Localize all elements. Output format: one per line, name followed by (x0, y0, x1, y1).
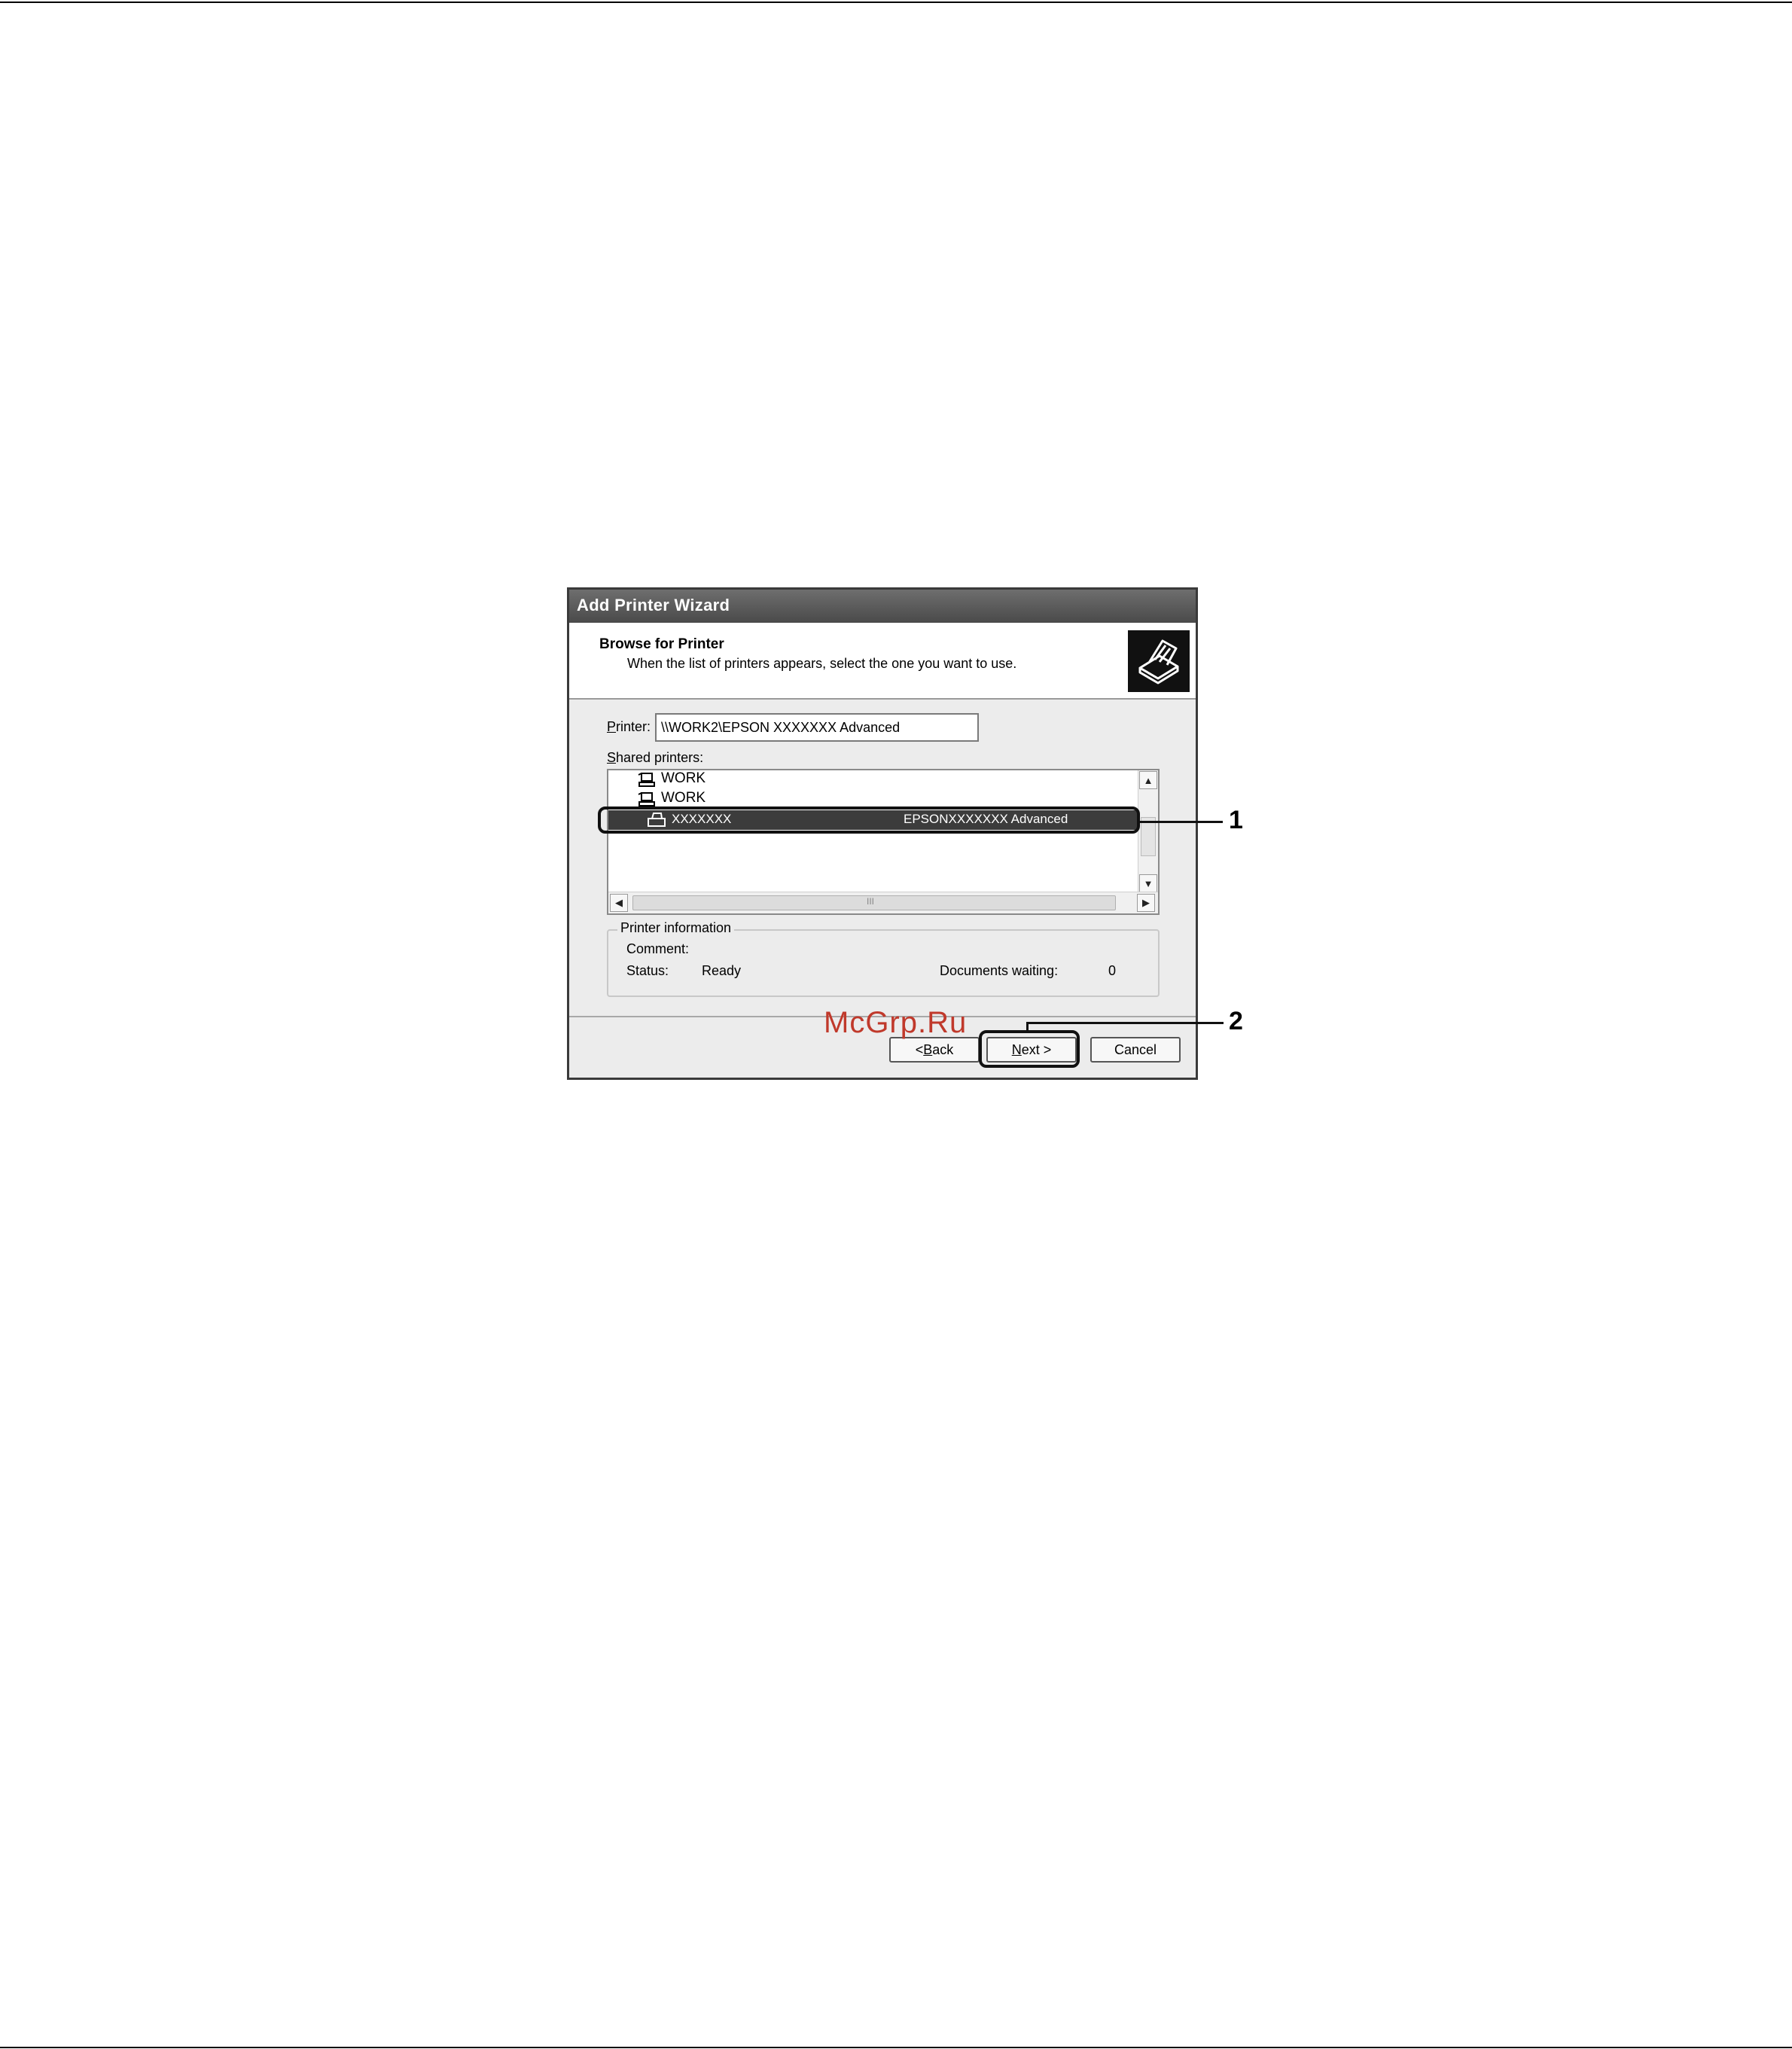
cancel-button[interactable]: Cancel (1090, 1037, 1181, 1063)
shared-printers-tree[interactable]: WORK WORK XXXXXXX EPSONXXXXXXX Advanced … (607, 769, 1160, 915)
wizard-header: Browse for Printer When the list of prin… (569, 623, 1196, 700)
printer-path-input[interactable] (655, 713, 979, 742)
printer-wizard-icon (1128, 630, 1190, 692)
callout-1-number: 1 (1229, 806, 1243, 834)
scroll-up-icon[interactable]: ▲ (1139, 771, 1157, 789)
callout-1-frame (598, 806, 1140, 834)
back-button[interactable]: < Back (889, 1037, 980, 1063)
scroll-left-icon[interactable]: ◀ (610, 894, 628, 912)
callout-2-leader (1026, 1022, 1224, 1024)
tree-item-label: WORK (661, 770, 706, 786)
tree-item-label: WORK (661, 790, 706, 806)
title-bar[interactable]: Add Printer Wizard (569, 590, 1196, 623)
printer-information-legend: Printer information (617, 920, 735, 936)
header-subtitle: When the list of printers appears, selec… (627, 656, 1017, 671)
shared-printers-label: Shared printers: (607, 750, 704, 765)
header-title: Browse for Printer (599, 636, 724, 652)
horizontal-scrollbar[interactable]: ◀ III ▶ (608, 892, 1158, 913)
comment-label: Comment: (626, 941, 690, 956)
scroll-down-icon[interactable]: ▼ (1139, 874, 1157, 892)
status-value: Ready (702, 963, 742, 978)
vertical-scrollbar[interactable]: ▲ ▼ (1138, 770, 1158, 894)
window-title: Add Printer Wizard (577, 596, 730, 614)
horizontal-scroll-thumb[interactable]: III (632, 895, 1116, 910)
printer-information-group: Printer information Comment: Status: Rea… (607, 920, 1160, 997)
tree-item-work-1[interactable]: WORK (608, 770, 1135, 790)
status-label: Status: (626, 963, 669, 978)
documents-waiting-label: Documents waiting: (940, 963, 1059, 978)
callout-2-number: 2 (1229, 1007, 1243, 1035)
page-top-rule (0, 2, 1792, 3)
callout-1-leader (1140, 821, 1223, 823)
documents-waiting-value: 0 (1108, 963, 1117, 978)
callout-2-frame (979, 1030, 1080, 1068)
page-bottom-rule (0, 2047, 1792, 2048)
scroll-right-icon[interactable]: ▶ (1137, 894, 1155, 912)
printer-label: Printer: (607, 719, 651, 734)
watermark-text: McGrp.Ru (824, 1006, 968, 1039)
scroll-grip: III (867, 896, 875, 907)
